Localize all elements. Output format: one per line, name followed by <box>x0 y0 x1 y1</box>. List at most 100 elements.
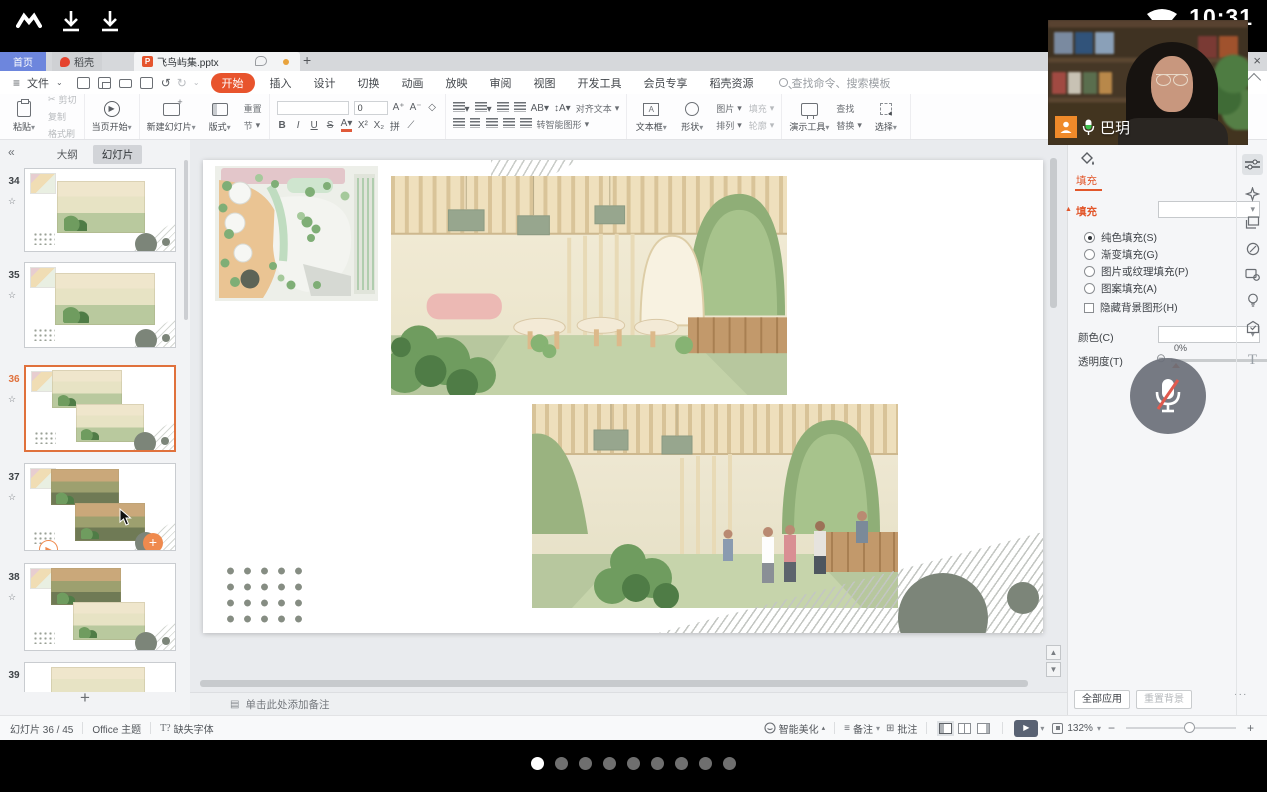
select-button[interactable]: 选择▾ <box>869 101 903 133</box>
increase-font-icon[interactable]: A⁺ <box>393 102 405 113</box>
picture-button[interactable]: 图片▾ <box>716 102 742 115</box>
pagination-dot[interactable] <box>627 757 640 770</box>
play-from-current-button[interactable]: ▶ 当页开始▾ <box>92 101 132 133</box>
decrease-font-icon[interactable]: A⁻ <box>410 102 422 113</box>
undo-icon[interactable]: ↺ <box>161 76 171 90</box>
close-icon[interactable]: × <box>1253 53 1261 68</box>
slides-copy-icon[interactable] <box>1242 212 1263 233</box>
slide-image-interior-rendering-2[interactable] <box>532 404 898 608</box>
option-hide-background[interactable]: 隐藏背景图形(H) <box>1084 300 1178 315</box>
slide-thumbnail-38[interactable] <box>24 563 176 651</box>
reset-background-button[interactable]: 重置背景 <box>1136 690 1192 709</box>
save-icon[interactable] <box>77 75 92 90</box>
pagination-dot[interactable] <box>675 757 688 770</box>
strikethrough-button[interactable]: S <box>325 120 336 131</box>
print-preview-icon[interactable] <box>140 75 155 90</box>
normal-view-button[interactable] <box>939 723 952 734</box>
webcam-video-overlay[interactable]: 巴玥 <box>1048 20 1248 145</box>
bullet-list-icon[interactable]: ▾ <box>453 102 470 115</box>
justify-icon[interactable] <box>503 118 515 131</box>
section-button[interactable]: 节▾ <box>244 119 262 132</box>
pagination-dot[interactable] <box>555 757 568 770</box>
clear-format-icon[interactable]: ◇ <box>427 102 438 113</box>
slide-thumbnail-36-selected[interactable] <box>24 365 176 452</box>
pagination-dot[interactable] <box>723 757 736 770</box>
slideshow-play-button[interactable]: ▶ <box>1014 720 1038 737</box>
zoom-slider[interactable] <box>1126 727 1236 730</box>
new-tab-button[interactable]: + <box>303 52 311 68</box>
option-solid-fill[interactable]: 纯色填充(S) <box>1084 230 1157 245</box>
sidebar-scrollbar[interactable] <box>184 160 188 320</box>
option-picture-texture-fill[interactable]: 图片或纹理填充(P) <box>1084 264 1189 279</box>
slide-thumbnail-35[interactable] <box>24 262 176 348</box>
theme-name[interactable]: Office 主题 <box>92 721 141 736</box>
align-left-icon[interactable] <box>453 118 465 131</box>
pagination-dot[interactable] <box>699 757 712 770</box>
comments-button[interactable]: 批注 <box>897 721 917 736</box>
replace-button[interactable]: 替换▾ <box>836 119 862 132</box>
slide-sorter-view-button[interactable] <box>958 723 971 734</box>
image-settings-icon[interactable] <box>1242 264 1263 285</box>
highlight-icon[interactable]: ⟋ <box>405 120 416 131</box>
distribute-icon[interactable] <box>520 118 532 131</box>
menu-item-membership[interactable]: 会员专享 <box>633 75 699 91</box>
menu-item-view[interactable]: 视图 <box>523 75 567 91</box>
slide-thumbnail-39[interactable] <box>24 662 176 692</box>
decrease-indent-icon[interactable] <box>497 102 509 115</box>
find-button[interactable]: 查找 <box>836 102 862 115</box>
lightbulb-icon[interactable] <box>1242 290 1263 311</box>
pagination-dot[interactable] <box>651 757 664 770</box>
slide-thumbnail-34[interactable] <box>24 168 176 252</box>
text-tool-icon[interactable]: T <box>1242 350 1263 371</box>
text-box-button[interactable]: A 文本框▾ <box>634 101 668 133</box>
slide-image-interior-rendering-1[interactable] <box>391 176 787 395</box>
previous-slide-button[interactable]: ▲ <box>1046 645 1061 660</box>
zoom-in-button[interactable]: + <box>1244 721 1257 735</box>
paste-button[interactable]: 粘贴▾ <box>7 101 41 133</box>
fit-slide-icon[interactable] <box>1052 723 1063 734</box>
zoom-out-button[interactable]: − <box>1105 721 1118 735</box>
arrange-button[interactable]: 排列▾ <box>716 119 742 132</box>
microphone-mute-button[interactable] <box>1130 358 1206 434</box>
play-dropdown-icon[interactable]: ▾ <box>1040 724 1044 733</box>
redo-icon[interactable]: ↻ <box>177 76 187 90</box>
print-icon[interactable] <box>119 75 134 90</box>
bold-button[interactable]: B <box>277 120 288 131</box>
download-icon[interactable] <box>58 8 84 34</box>
reset-button[interactable]: 重置 <box>244 102 262 115</box>
beautify-wand-icon[interactable] <box>1242 184 1263 205</box>
text-direction-icon[interactable]: AB▾ <box>531 103 549 114</box>
beautify-button[interactable]: 智能美化 <box>779 721 819 736</box>
thumbnail-add-button[interactable]: + <box>143 533 163 551</box>
font-color-button[interactable]: A▾ <box>341 119 353 132</box>
italic-button[interactable]: I <box>293 120 304 131</box>
comment-bubble-icon[interactable] <box>255 56 267 66</box>
menu-item-design[interactable]: 设计 <box>303 75 347 91</box>
option-gradient-fill[interactable]: 渐变填充(G) <box>1084 247 1158 262</box>
superscript-button[interactable]: X² <box>357 120 368 131</box>
notes-placeholder[interactable]: 单击此处添加备注 <box>245 697 329 712</box>
menu-item-review[interactable]: 审阅 <box>479 75 523 91</box>
underline-button[interactable]: U <box>309 120 320 131</box>
horizontal-scrollbar[interactable] <box>198 680 1043 687</box>
zoom-slider-thumb[interactable] <box>1184 722 1195 733</box>
pagination-dot-active[interactable] <box>531 757 544 770</box>
numbered-list-icon[interactable]: ▾ <box>475 102 492 115</box>
shape-button[interactable]: 形状▾ <box>675 101 709 133</box>
increase-indent-icon[interactable] <box>514 102 526 115</box>
properties-sliders-icon[interactable] <box>1242 154 1263 175</box>
panel-tab-fill[interactable]: 填充 <box>1076 173 1097 188</box>
align-text-button[interactable]: 对齐文本▾ <box>576 102 620 115</box>
command-search[interactable]: 查找命令、搜索模板 <box>779 75 891 91</box>
subscript-button[interactable]: X₂ <box>373 120 384 131</box>
next-slide-button[interactable]: ▼ <box>1046 662 1061 677</box>
menu-item-insert[interactable]: 插入 <box>259 75 303 91</box>
menu-item-animation[interactable]: 动画 <box>391 75 435 91</box>
copy-button[interactable]: 复制 <box>48 110 77 123</box>
line-spacing-icon[interactable]: ↕A▾ <box>554 103 571 114</box>
align-right-icon[interactable] <box>486 118 498 131</box>
mailbox-check-icon[interactable] <box>1242 316 1263 337</box>
slide-image-site-plan[interactable] <box>215 166 378 301</box>
missing-font-label[interactable]: 缺失字体 <box>174 721 214 736</box>
present-tools-button[interactable]: 演示工具▾ <box>789 101 829 133</box>
